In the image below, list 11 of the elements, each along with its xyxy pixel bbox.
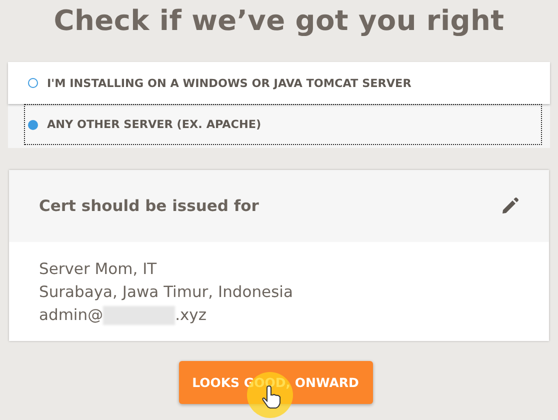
email-suffix: .xyz	[175, 305, 206, 326]
radio-button[interactable]	[28, 120, 38, 130]
card-heading: Cert should be issued for	[39, 197, 259, 215]
server-option[interactable]: I'M INSTALLING ON A WINDOWS OR JAVA TOMCAT SERVER	[8, 62, 550, 104]
address-line: Surabaya, Jawa Timur, Indonesia	[39, 282, 293, 303]
radio-button[interactable]	[28, 78, 38, 88]
email-prefix: admin@	[39, 305, 104, 326]
edit-icon[interactable]	[501, 197, 519, 215]
address-line: Server Mom, IT	[39, 259, 157, 280]
page-title: Check if we’ve got you right	[54, 4, 504, 37]
server-option[interactable]: ANY OTHER SERVER (EX. APACHE)	[24, 104, 542, 145]
